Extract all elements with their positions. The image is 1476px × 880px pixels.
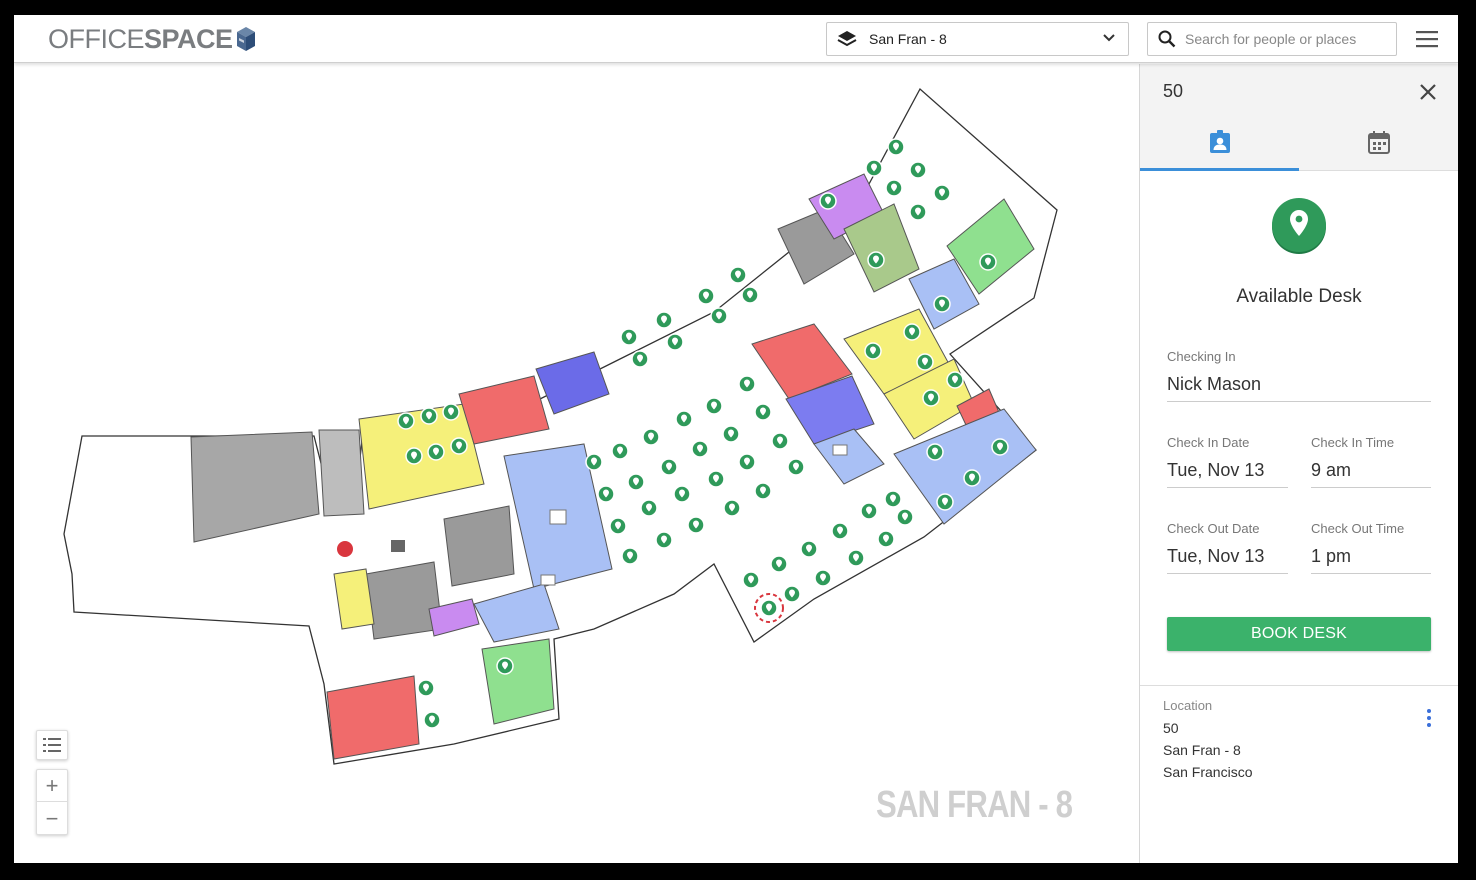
location-line: 50 — [1163, 720, 1179, 736]
floor-plan[interactable] — [14, 64, 1139, 863]
location-line: San Francisco — [1163, 764, 1253, 780]
officespace-logo[interactable]: OFFICE SPACE — [48, 24, 257, 54]
check-out-date-field[interactable]: Tue, Nov 13 — [1167, 546, 1288, 574]
chevron-down-icon — [1103, 34, 1115, 42]
app-window: OFFICE SPACE San Fran - 8 Search for peo… — [14, 15, 1458, 863]
check-in-time-field[interactable]: 9 am — [1311, 460, 1431, 488]
logo-wordmark: OFFICE SPACE — [48, 24, 233, 55]
check-out-time-label: Check Out Time — [1311, 521, 1405, 536]
more-vertical-icon[interactable] — [1422, 708, 1436, 728]
hamburger-menu-icon[interactable] — [1416, 29, 1438, 49]
top-bar: OFFICE SPACE San Fran - 8 — [14, 15, 1458, 63]
checking-in-field[interactable]: Nick Mason — [1167, 374, 1431, 402]
available-desk-badge — [1271, 197, 1327, 260]
panel-header: 50 — [1140, 64, 1458, 171]
tab-booking-details[interactable] — [1140, 124, 1299, 171]
calendar-icon — [1367, 131, 1390, 154]
floor-watermark: SAN FRAN - 8 — [876, 784, 1073, 826]
logo-text-space: SPACE — [144, 23, 233, 54]
legend-button[interactable] — [36, 730, 68, 760]
logo-cube-icon — [236, 27, 255, 51]
map-pin-icon — [1272, 198, 1326, 254]
search-input[interactable] — [1185, 31, 1385, 47]
building-select-value: San Fran - 8 — [869, 31, 947, 47]
tab-calendar[interactable] — [1299, 124, 1458, 171]
check-in-date-label: Check In Date — [1167, 435, 1250, 450]
desk-status: Available Desk — [1236, 286, 1362, 307]
floor-map[interactable]: SAN FRAN - 8 + − — [14, 64, 1139, 863]
location-label: Location — [1163, 698, 1213, 713]
divider — [1140, 685, 1458, 686]
building-floor-select[interactable]: San Fran - 8 — [826, 22, 1129, 56]
checking-in-label: Checking In — [1167, 349, 1236, 364]
list-icon — [43, 738, 61, 752]
check-in-date-field[interactable]: Tue, Nov 13 — [1167, 460, 1288, 488]
search-box[interactable] — [1147, 22, 1397, 56]
book-desk-button[interactable]: BOOK DESK — [1167, 617, 1431, 651]
check-out-date-label: Check Out Date — [1167, 521, 1260, 536]
desk-detail-panel: 50 Available Desk Checking In Nick Mason… — [1139, 64, 1458, 863]
zoom-out-button[interactable]: − — [37, 803, 67, 835]
zoom-controls: + − — [36, 769, 68, 835]
search-icon — [1158, 30, 1176, 48]
location-line: San Fran - 8 — [1163, 742, 1241, 758]
close-icon[interactable] — [1418, 82, 1438, 102]
layers-icon — [837, 31, 857, 47]
panel-title: 50 — [1163, 81, 1184, 101]
logo-text-office: OFFICE — [48, 23, 145, 54]
check-in-time-label: Check In Time — [1311, 435, 1395, 450]
check-out-time-field[interactable]: 1 pm — [1311, 546, 1431, 574]
zoom-in-button[interactable]: + — [37, 770, 67, 802]
person-card-icon — [1209, 130, 1230, 153]
